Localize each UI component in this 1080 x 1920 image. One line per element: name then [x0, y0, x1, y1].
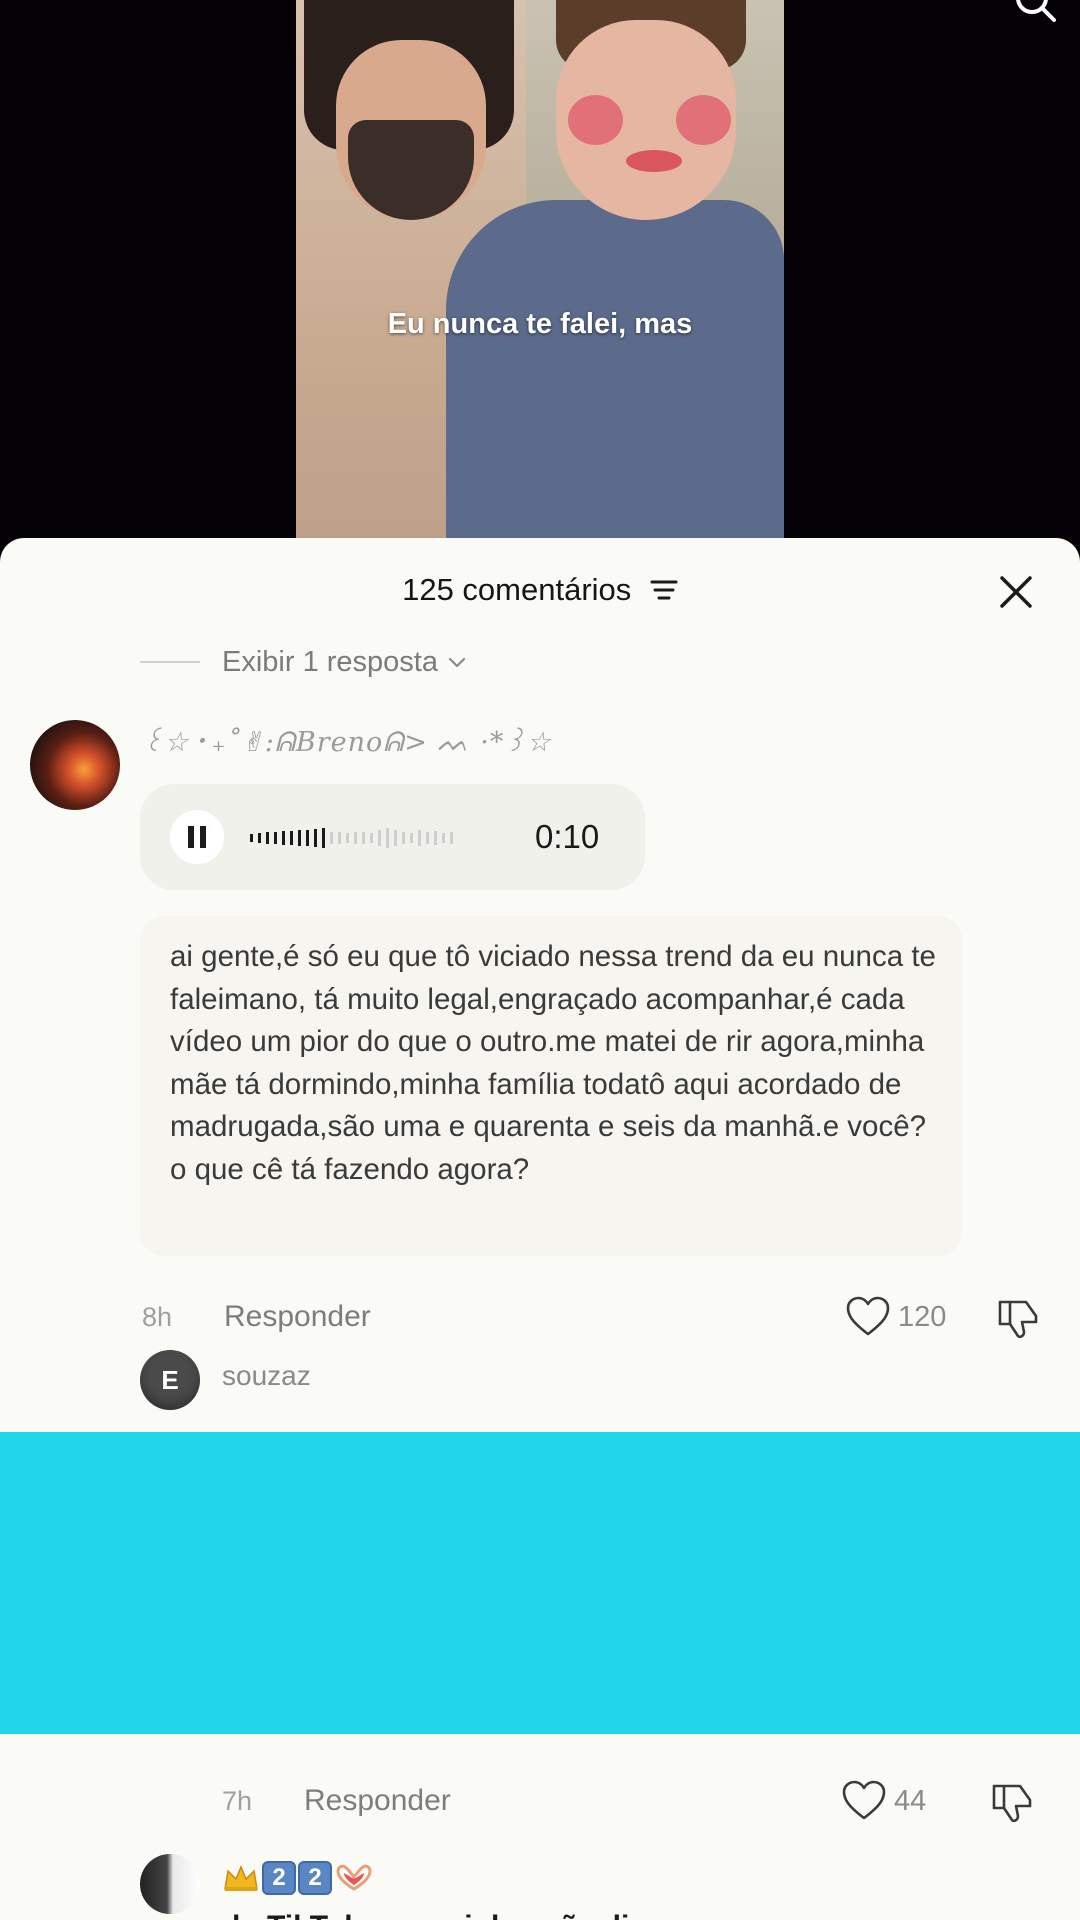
video-person-right	[446, 0, 784, 560]
audio-duration: 0:10	[535, 818, 600, 855]
like-count: 120	[898, 1300, 947, 1333]
reply-time: 7h	[222, 1786, 253, 1816]
divider-line	[140, 661, 200, 663]
comment-text: ai gente,é só eu que tô viciado nessa tr…	[170, 940, 936, 1186]
like-button[interactable]: 44	[842, 1780, 926, 1822]
heart-icon	[846, 1296, 890, 1336]
comment-bubble: ai gente,é só eu que tô viciado nessa tr…	[140, 916, 962, 1256]
comments-header: 125 comentários	[0, 572, 1080, 622]
close-icon[interactable]	[996, 572, 1036, 612]
search-icon[interactable]	[1014, 0, 1058, 24]
dislike-icon[interactable]	[990, 1780, 1034, 1824]
heart-hands-icon	[336, 1864, 372, 1891]
reply-button[interactable]: Responder	[304, 1784, 451, 1818]
audio-player[interactable]: 0:10	[140, 784, 645, 890]
view-replies-label: Exibir 1 resposta	[222, 645, 438, 678]
number-badge: 2	[298, 1861, 332, 1895]
video-caption: Eu nunca te falei, mas	[387, 308, 693, 340]
reply-text: do TikTok mas minha mãe disse	[222, 1910, 679, 1920]
heart-icon	[842, 1780, 886, 1820]
redaction-overlay	[0, 1432, 1080, 1734]
view-replies-button[interactable]: Exibir 1 resposta	[140, 642, 468, 682]
video-frame	[296, 0, 784, 560]
reply-button[interactable]: Responder	[224, 1300, 371, 1334]
comment-count-label: 125 comentários	[402, 572, 632, 607]
like-count: 44	[894, 1784, 927, 1817]
pause-button[interactable]	[170, 810, 224, 864]
reply-username[interactable]: souzaz	[222, 1360, 311, 1392]
comments-sheet: 125 comentários Exibir 1 resposta ꒰☆・₊˚✌…	[0, 538, 1080, 1920]
sort-filter-icon[interactable]	[650, 578, 678, 602]
dislike-icon[interactable]	[996, 1296, 1040, 1340]
chevron-down-icon	[448, 657, 466, 668]
number-badge: 2	[262, 1861, 296, 1895]
reply-username[interactable]: 2 2	[222, 1858, 374, 1898]
avatar[interactable]	[30, 720, 120, 810]
audio-waveform[interactable]	[250, 818, 540, 858]
avatar[interactable]: E	[140, 1350, 200, 1410]
pause-icon	[188, 826, 194, 848]
avatar[interactable]	[140, 1854, 200, 1914]
comment-meta-row: 8h Responder 120	[0, 1294, 1080, 1344]
reply-meta-row: 7h Responder 44	[0, 1778, 1080, 1828]
video-player[interactable]: Eu nunca te falei, mas	[0, 0, 1080, 560]
crown-icon	[224, 1865, 258, 1891]
comment-username[interactable]: ꒰☆・₊˚✌︎:ᕱBrenoᕱ> ᨓ ·*꒱☆	[142, 722, 552, 759]
like-button[interactable]: 120	[846, 1296, 946, 1338]
comments-title: 125 comentários	[0, 572, 1080, 608]
comment-time: 8h	[142, 1302, 173, 1332]
